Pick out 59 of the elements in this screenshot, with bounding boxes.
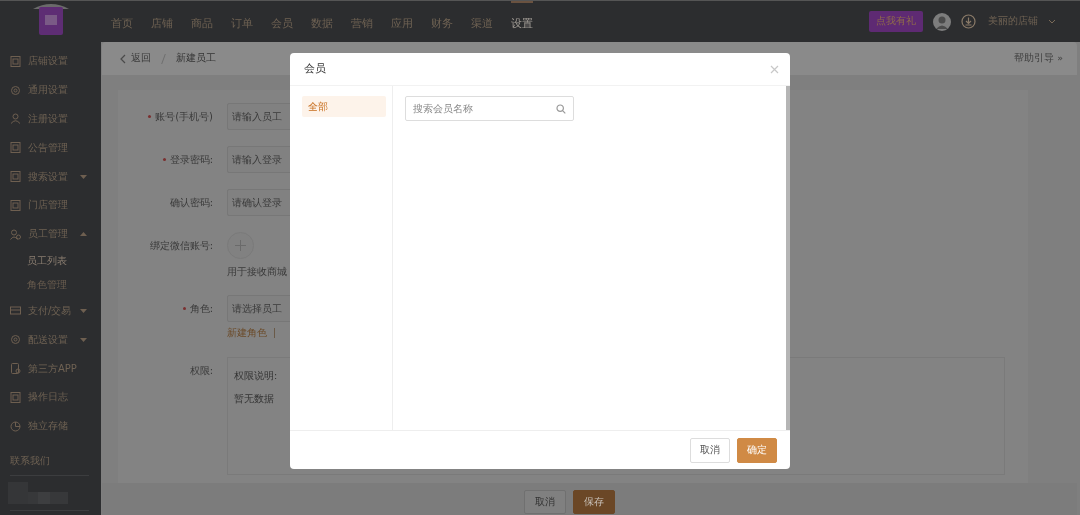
sidebar-subitem[interactable]: 员工列表 [0, 248, 101, 273]
nav-tab[interactable]: 店铺 [151, 1, 173, 42]
field-label: 绑定微信账号: [149, 239, 213, 253]
contact-heading: 联系我们 [9, 454, 51, 468]
nav-tab[interactable]: 首页 [111, 1, 133, 42]
user-icon [10, 113, 21, 125]
sidebar-item[interactable]: 员工管理 [0, 219, 101, 249]
sidebar-item[interactable]: 公告管理 [0, 133, 101, 163]
close-icon[interactable] [770, 64, 779, 74]
breadcrumb-current: 新建员工 [176, 52, 216, 65]
field-label: 账号(手机号) [155, 110, 213, 124]
avatar[interactable] [933, 12, 951, 31]
nav-tab[interactable]: 会员 [271, 1, 293, 42]
chevron-down-icon [1048, 19, 1056, 24]
cancel-button[interactable]: 取消 [524, 490, 566, 514]
permissions-title: 权限说明: [234, 370, 279, 383]
hint-text: 用于接收商城 [227, 265, 287, 279]
users-icon [10, 228, 21, 240]
nav-tab[interactable]: 应用 [391, 1, 413, 42]
field-label: 确认密码: [169, 196, 213, 210]
search-field[interactable]: 搜索会员名称 [405, 96, 574, 121]
scrollbar[interactable] [786, 86, 790, 430]
field-label: 权限: [189, 364, 213, 378]
field-label: 角色: [189, 302, 213, 316]
nav-tab[interactable]: 财务 [431, 1, 453, 42]
add-icon[interactable] [227, 232, 254, 259]
field-label: 登录密码: [169, 153, 213, 167]
help-link[interactable]: 帮助引导 » [1014, 52, 1063, 65]
card-icon [10, 305, 21, 317]
caret-down-icon [80, 337, 87, 342]
category-item[interactable]: 全部 [302, 96, 386, 117]
caret-up-icon [80, 232, 87, 237]
gear-icon [10, 334, 21, 346]
back-link[interactable]: 返回 [131, 52, 151, 65]
doc-icon [10, 391, 21, 403]
pie-icon [10, 420, 21, 432]
dialog-title: 会员 [304, 62, 326, 76]
gear-icon [10, 84, 21, 96]
doc-icon [10, 171, 21, 183]
nav-tab[interactable]: 营销 [351, 1, 373, 42]
confirm-button[interactable]: 确定 [737, 437, 777, 463]
doc-icon [10, 199, 21, 211]
search-icon [556, 103, 566, 114]
nav-tab[interactable]: 订单 [231, 1, 253, 42]
caret-down-icon [80, 174, 87, 179]
sidebar-label: 公告管理 [28, 140, 68, 155]
cancel-button[interactable]: 取消 [690, 437, 730, 463]
back-chevron-icon [120, 53, 126, 64]
save-button[interactable]: 保存 [573, 490, 615, 514]
phone-icon [10, 363, 21, 375]
new-role-link[interactable]: 新建角色 [227, 326, 267, 340]
nav-tab[interactable]: 渠道 [471, 1, 493, 42]
empty-text: 暂无数据 [234, 393, 275, 406]
caret-down-icon [80, 308, 87, 313]
nav-tab[interactable]: 数据 [311, 1, 333, 42]
doc-icon [10, 55, 21, 67]
doc-icon [10, 142, 21, 154]
sidebar-label: 员工管理 [28, 227, 68, 242]
download-icon[interactable] [961, 14, 976, 29]
